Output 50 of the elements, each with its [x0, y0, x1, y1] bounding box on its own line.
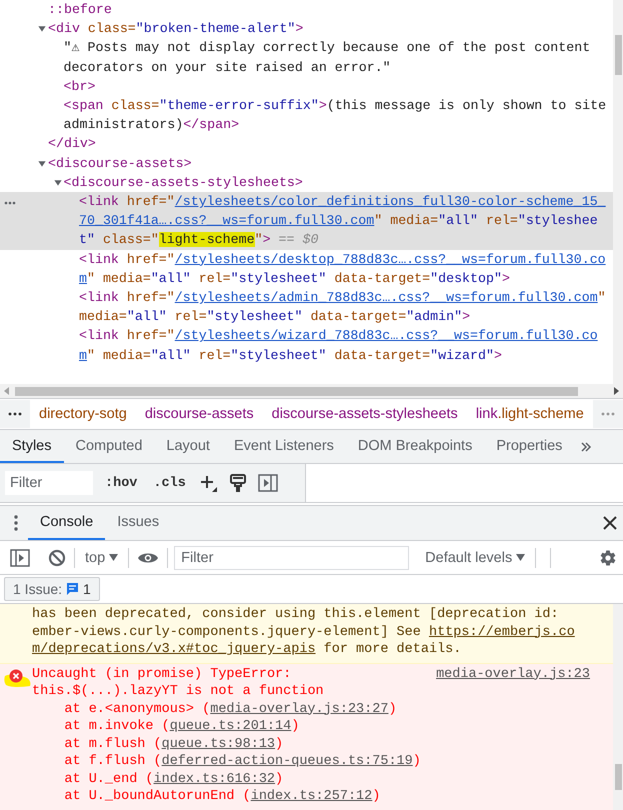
- code-line: "⚠ Posts may not display correctly because one of the post content decorators on your site raised an error.": [64, 39, 592, 77]
- toolbar-toggle[interactable]: .cls: [149, 474, 190, 492]
- toolbar-toggle[interactable]: :hov: [101, 474, 142, 492]
- stack-frame: at f.flush (deferred-action-queues.ts:75:19): [32, 753, 590, 770]
- sidebar-toggle-icon[interactable]: [256, 472, 280, 494]
- sidebar-tab[interactable]: Event Listeners: [222, 430, 346, 463]
- vertical-scrollbar[interactable]: [613, 604, 623, 810]
- filter-field[interactable]: Filter: [5, 471, 93, 495]
- sidebar-tab[interactable]: Properties: [484, 430, 574, 463]
- breadcrumb[interactable]: discourse-assets: [136, 400, 263, 428]
- sidebar-toggle-icon[interactable]: [8, 546, 32, 568]
- breadcrumb[interactable]: discourse-assets-stylesheets: [262, 400, 467, 428]
- message-icon: [66, 582, 80, 596]
- sidebar-tab[interactable]: Computed: [64, 430, 154, 463]
- stack-frame: at e.<anonymous> (media-overlay.js:23:27): [32, 700, 590, 718]
- stack-frame: at m.invoke (queue.ts:201:14): [32, 718, 590, 736]
- warning-message: has been deprecated, consider using this.element [deprecation id: ember-views.curly-components.jquery-element] See https://emberjs.com/deprecations/v3.x#toc_jquery-apis for more details.: [32, 606, 576, 658]
- code-line: <link href="/stylesheets/wizard_788d83c….css?__ws=forum.full30.com" media="all" rel="stylesheet" data-target="wizard">: [79, 327, 599, 365]
- stack-frame: at m.flush (queue.ts:98:13): [32, 736, 590, 753]
- code-line: <div class="broken-theme-alert">: [48, 20, 304, 38]
- code-line: <br>: [64, 78, 96, 96]
- code-line: ::before: [48, 1, 113, 19]
- filter-field[interactable]: Filter: [174, 546, 410, 570]
- caret-icon: [109, 554, 118, 561]
- drawer-tab[interactable]: Console: [28, 506, 106, 540]
- horizontal-scrollbar[interactable]: [0, 384, 623, 398]
- sidebar-tab[interactable]: DOM Breakpoints: [346, 430, 484, 463]
- more-icon[interactable]: [8, 412, 22, 416]
- stack-frame: at U._boundAutorunEnd (index.ts:257:12): [32, 788, 590, 806]
- log-levels-select[interactable]: Default levels: [421, 548, 530, 568]
- drawer-tab[interactable]: Issues: [105, 506, 172, 540]
- code-line: <span class="theme-error-suffix">(this message is only shown to site administrators)</span>: [64, 97, 606, 134]
- breadcrumb[interactable]: directory-sotg: [30, 400, 136, 428]
- error-icon: [9, 668, 23, 682]
- code-line: </div>: [48, 135, 97, 154]
- caret-icon: [516, 554, 526, 561]
- code-line: <link href="/stylesheets/desktop_788d83c….css?__ws=forum.full30.com" media="all" rel="stylesheet" data-target="desktop">: [79, 250, 606, 288]
- code-line: <link href="/stylesheets/admin_788d83c….css?__ws=forum.full30.com" media="all" rel="stylesheet" data-target="admin">: [79, 289, 606, 326]
- sidebar-tab[interactable]: Layout: [154, 430, 222, 463]
- code-line: <link href="/stylesheets/color_definitions_full30-color-scheme_15_70_301f41a….css?__ws=forum.full30.com" media="all" rel="stylesheet" class="light-scheme"> == $0: [79, 193, 606, 250]
- context-select[interactable]: top: [81, 548, 122, 568]
- breadcrumb[interactable]: link.light-scheme: [466, 400, 593, 428]
- issues-counter[interactable]: 1 Issue: 1: [4, 577, 100, 601]
- code-line: <discourse-assets>: [48, 154, 193, 173]
- source-link[interactable]: media-overlay.js:23: [436, 666, 590, 683]
- vertical-scrollbar[interactable]: [613, 0, 623, 384]
- code-line: <discourse-assets-stylesheets>: [64, 174, 304, 192]
- scroll-right-icon[interactable]: [614, 387, 619, 395]
- paint-roller-icon[interactable]: [228, 472, 248, 494]
- stack-frame: at U._end (index.ts:616:32): [32, 770, 590, 788]
